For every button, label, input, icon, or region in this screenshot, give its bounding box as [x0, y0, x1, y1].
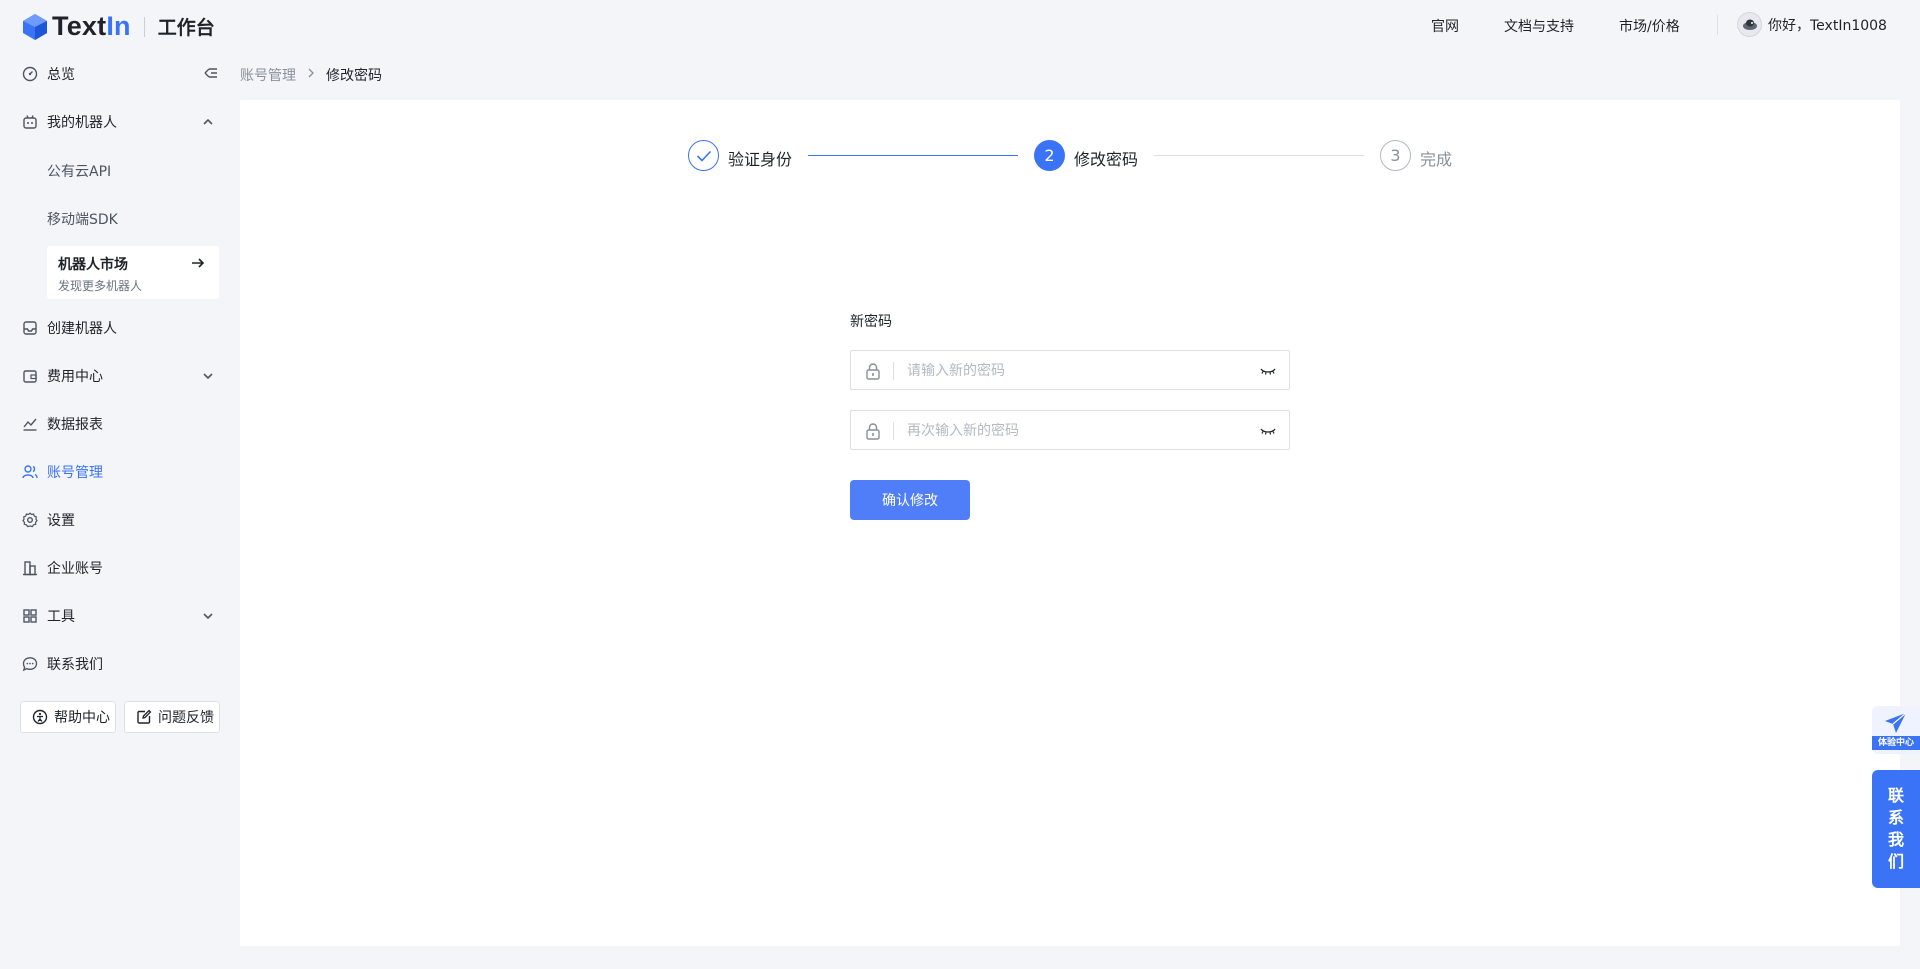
new-password-field[interactable]: [850, 350, 1290, 390]
step-1-label: 验证身份: [728, 150, 793, 169]
top-bar: TextIn 工作台 官网 文档与支持 市场/价格 你好，TextIn1008: [0, 0, 1920, 50]
sidebar-item-overview[interactable]: 总览: [0, 54, 230, 94]
avatar: [1737, 12, 1762, 37]
sidebar-item-tools[interactable]: 工具: [0, 596, 230, 636]
confirm-change-button[interactable]: 确认修改: [850, 480, 970, 520]
workbench-title: 工作台: [157, 17, 215, 39]
logo[interactable]: TextIn 工作台: [22, 11, 215, 42]
step-connector-1: [808, 155, 1018, 156]
sidebar-item-reports[interactable]: 数据报表: [0, 404, 230, 444]
sidebar-subitem-public-cloud-api[interactable]: 公有云API: [47, 161, 111, 181]
sidebar: 总览 我的机器人 公有云API 移动端SDK 机器人市场 发现更多机器人 创建机…: [0, 50, 230, 969]
eye-closed-icon[interactable]: [1259, 424, 1277, 438]
gear-icon: [21, 511, 39, 529]
new-password-input[interactable]: [907, 359, 1247, 383]
sidebar-item-contact[interactable]: 联系我们: [0, 644, 230, 684]
step-2-label: 修改密码: [1074, 150, 1139, 169]
contact-char: 们: [1887, 852, 1904, 871]
logo-divider: [143, 16, 145, 37]
sidebar-item-label: 联系我们: [47, 657, 103, 673]
logo-text: TextIn: [52, 11, 131, 41]
chart-icon: [21, 415, 39, 433]
nav-divider: [1717, 15, 1718, 35]
user-avatar-icon: [1743, 19, 1757, 30]
building-icon: [21, 559, 39, 577]
sidebar-item-enterprise[interactable]: 企业账号: [0, 548, 230, 588]
confirm-password-input[interactable]: [907, 419, 1247, 443]
feedback-label: 问题反馈: [158, 710, 214, 726]
new-password-label: 新密码: [850, 314, 892, 330]
chevron-up-icon: [203, 118, 213, 125]
nav-market-pricing[interactable]: 市场/价格: [1619, 16, 1680, 36]
sidebar-item-label: 设置: [47, 513, 75, 529]
sidebar-item-label: 工具: [47, 609, 75, 625]
textin-logo-icon: [23, 13, 47, 40]
sidebar-item-label: 我的机器人: [47, 115, 117, 131]
user-menu[interactable]: 你好，TextIn1008: [1737, 12, 1887, 37]
step-connector-2: [1154, 155, 1364, 156]
market-subtitle: 发现更多机器人: [58, 279, 143, 293]
robot-market-card[interactable]: 机器人市场 发现更多机器人: [47, 246, 219, 299]
experience-center-widget[interactable]: 体验中心: [1872, 706, 1920, 754]
chevron-down-icon: [203, 613, 213, 620]
nav-official-site[interactable]: 官网: [1431, 16, 1459, 36]
breadcrumb-separator-icon: [307, 67, 315, 83]
inbox-icon: [21, 319, 39, 337]
contact-char: 联: [1887, 786, 1904, 805]
help-center-button[interactable]: 帮助中心: [20, 701, 116, 733]
lock-icon: [866, 423, 880, 440]
breadcrumb-current: 修改密码: [326, 68, 382, 84]
sidebar-item-label: 费用中心: [47, 369, 103, 385]
confirm-password-field[interactable]: [850, 410, 1290, 450]
contact-us-widget[interactable]: 联 系 我 们: [1872, 770, 1920, 888]
step-3-circle: 3: [1380, 140, 1411, 171]
sidebar-item-billing[interactable]: 费用中心: [0, 356, 230, 396]
market-title: 机器人市场: [58, 257, 128, 273]
experience-center-label: 体验中心: [1872, 736, 1920, 750]
input-divider: [893, 362, 894, 380]
sidebar-subitem-mobile-sdk[interactable]: 移动端SDK: [47, 209, 118, 229]
step-3-label: 完成: [1420, 150, 1453, 169]
lock-icon: [866, 363, 880, 380]
main-content-card: 验证身份 2 修改密码 3 完成 新密码 确认修改: [240, 100, 1900, 946]
help-icon: [32, 709, 48, 725]
check-icon: [696, 150, 711, 162]
help-center-label: 帮助中心: [54, 710, 110, 726]
sidebar-item-my-robots[interactable]: 我的机器人: [0, 102, 230, 142]
user-greeting: 你好，TextIn1008: [1768, 17, 1887, 34]
feedback-button[interactable]: 问题反馈: [124, 701, 220, 733]
collapse-sidebar-icon[interactable]: [200, 65, 218, 81]
contact-char: 我: [1887, 830, 1904, 849]
sidebar-item-settings[interactable]: 设置: [0, 500, 230, 540]
nav-docs-support[interactable]: 文档与支持: [1504, 16, 1574, 36]
paper-plane-icon: [1885, 712, 1907, 733]
arrow-right-icon: [192, 258, 205, 268]
sidebar-item-label: 账号管理: [47, 465, 103, 481]
sidebar-item-label: 总览: [47, 67, 75, 83]
wallet-icon: [21, 367, 39, 385]
edit-icon: [136, 709, 152, 725]
breadcrumb-parent[interactable]: 账号管理: [240, 65, 296, 85]
input-divider: [893, 422, 894, 440]
sidebar-item-label: 创建机器人: [47, 321, 117, 337]
breadcrumb: 账号管理 修改密码: [240, 65, 382, 85]
robot-icon: [21, 113, 39, 131]
step-2-circle: 2: [1034, 140, 1065, 171]
grid-icon: [21, 607, 39, 625]
step-1-circle: [688, 140, 719, 171]
dashboard-icon: [21, 65, 39, 83]
contact-char: 系: [1887, 808, 1904, 827]
sidebar-item-label: 企业账号: [47, 561, 103, 577]
sidebar-item-account[interactable]: 账号管理: [0, 452, 230, 492]
chevron-down-icon: [203, 373, 213, 380]
chat-icon: [21, 655, 39, 673]
eye-closed-icon[interactable]: [1259, 364, 1277, 378]
users-icon: [21, 463, 39, 481]
sidebar-item-label: 数据报表: [47, 417, 103, 433]
sidebar-item-create-robot[interactable]: 创建机器人: [0, 308, 230, 348]
